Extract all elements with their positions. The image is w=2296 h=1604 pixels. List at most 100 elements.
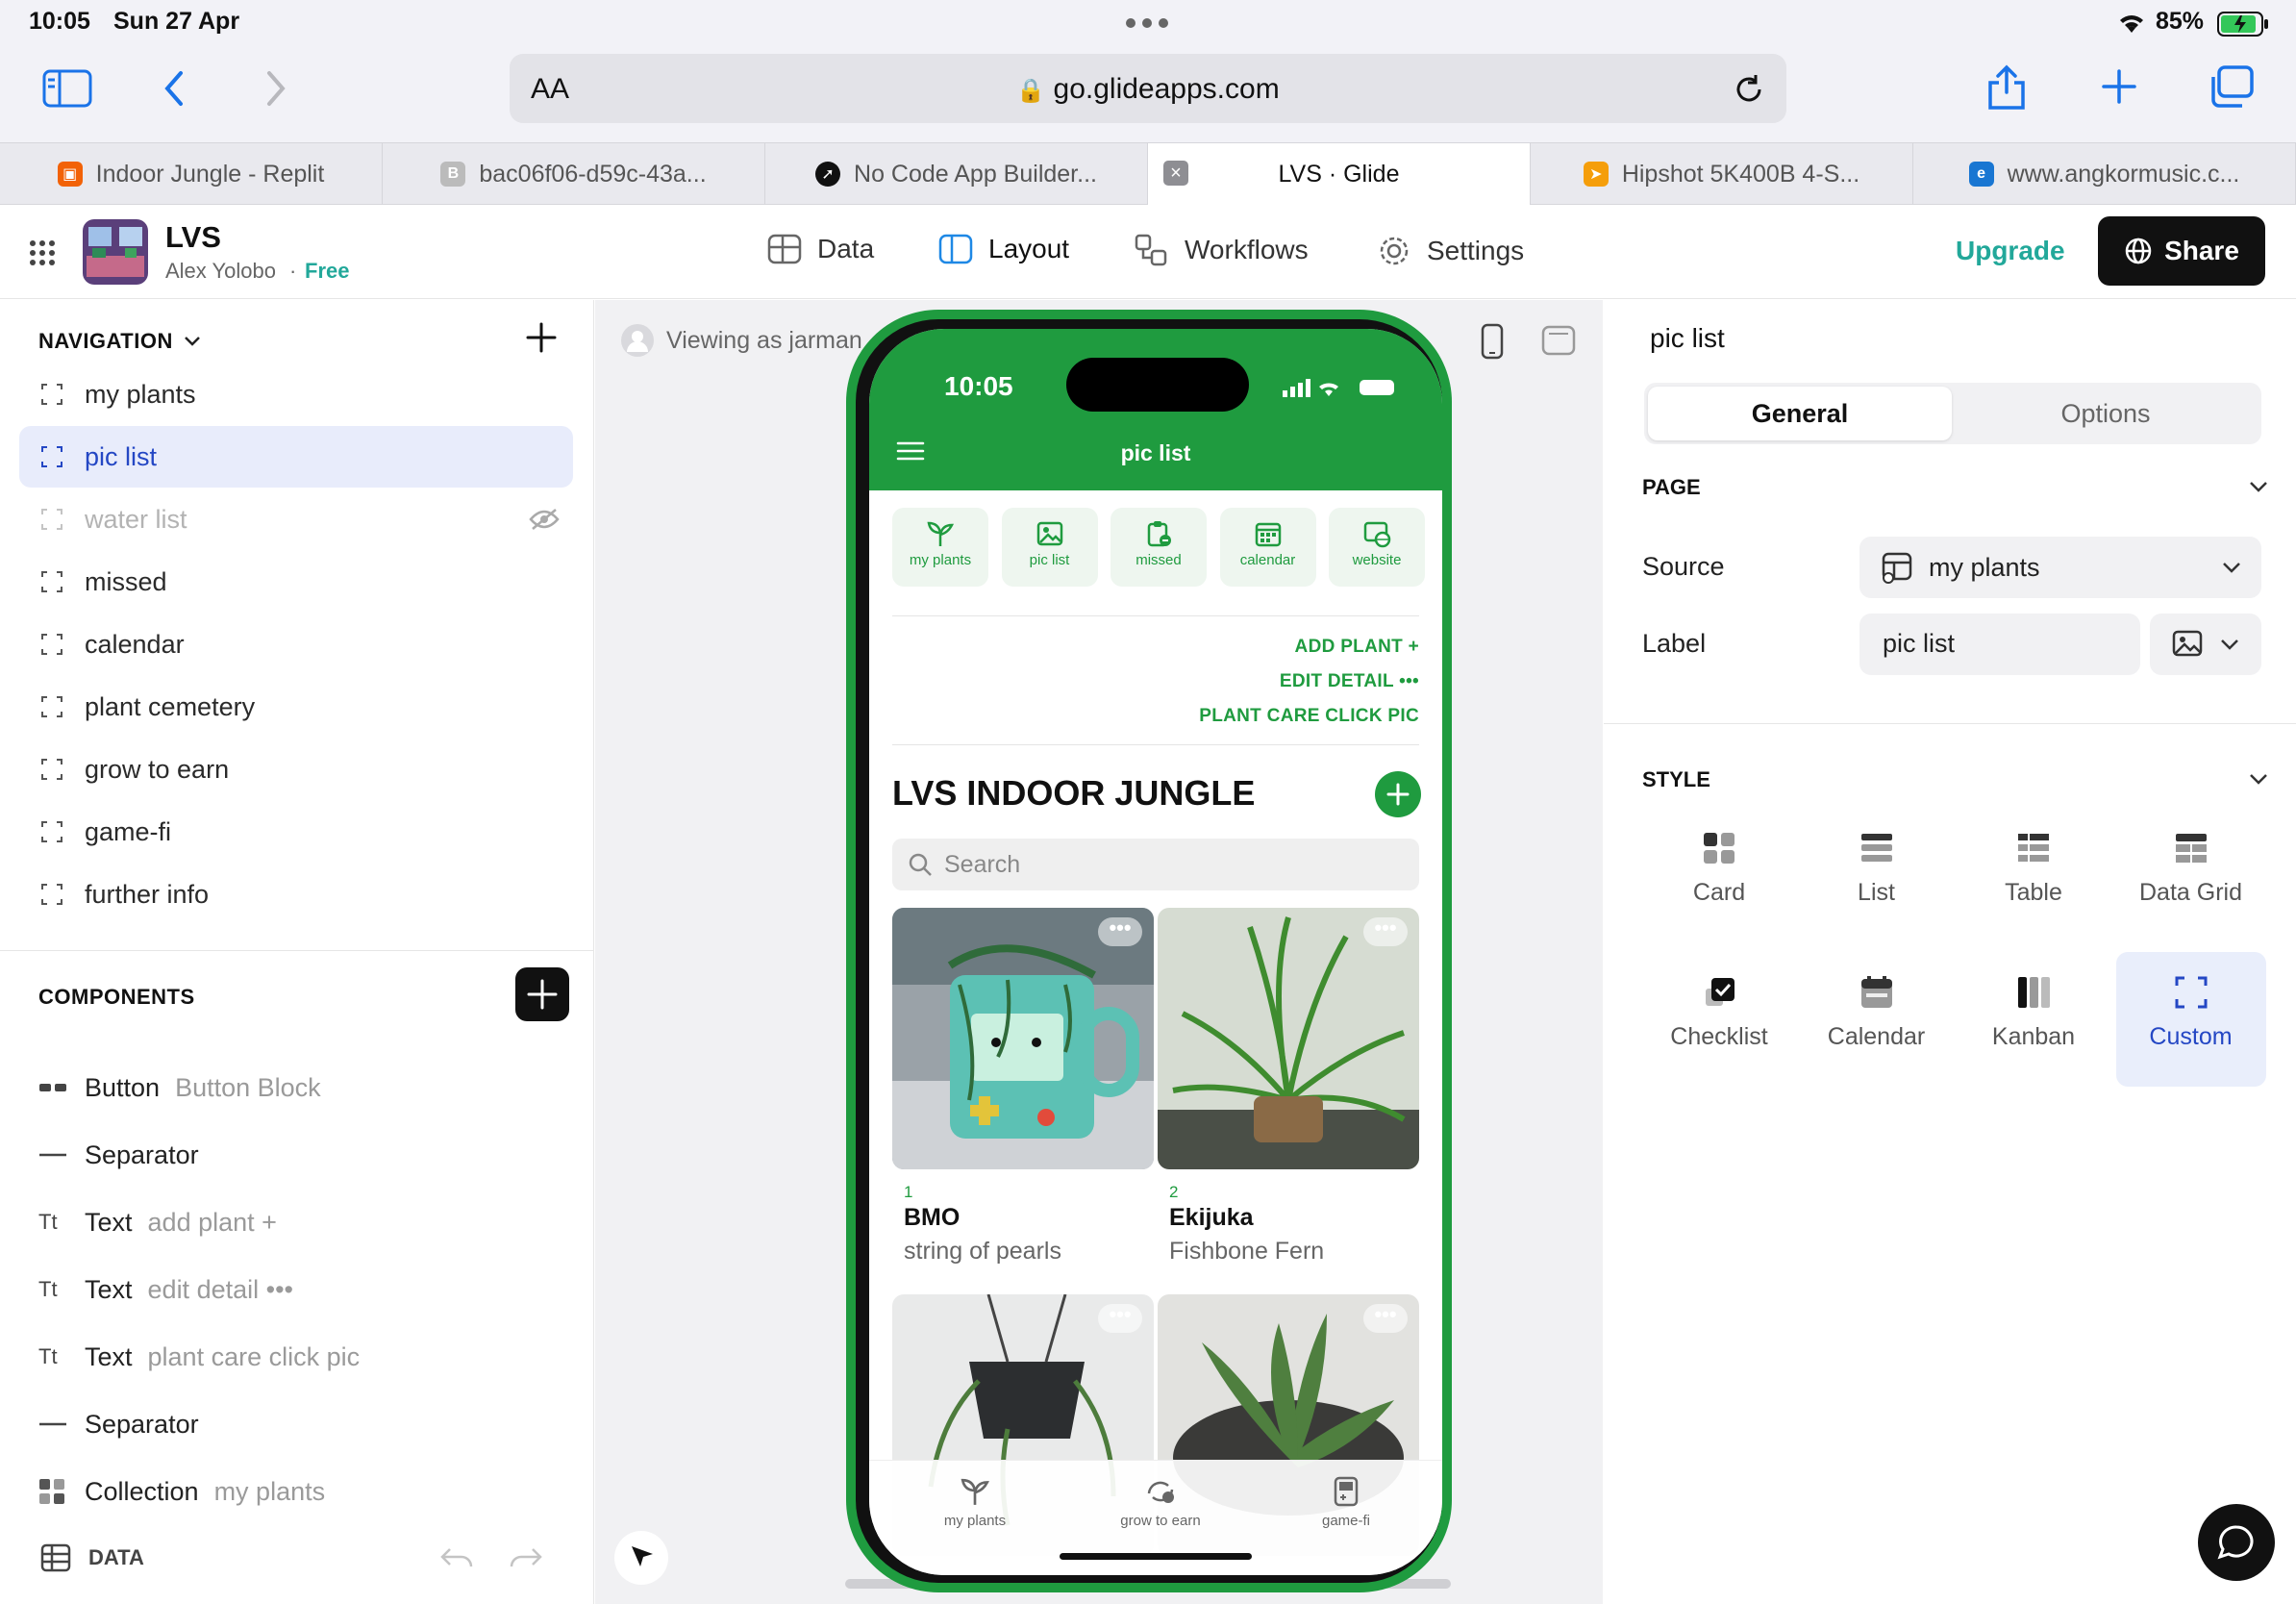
label-icon-picker[interactable] [2150, 614, 2261, 675]
new-tab-icon[interactable] [2100, 67, 2138, 106]
menu-data[interactable]: Data [767, 234, 874, 264]
style-option[interactable]: Checklist [1644, 952, 1794, 1087]
more-options-icon[interactable]: ••• [1098, 917, 1142, 946]
quick-link-tile[interactable]: my plants [892, 508, 988, 587]
plant-care-link[interactable]: PLANT CARE CLICK PIC [1199, 706, 1419, 727]
chevron-down-icon[interactable] [2248, 479, 2269, 494]
hipshot-icon: ➤ [1583, 162, 1609, 187]
browser-tab[interactable]: ▣ Indoor Jungle - Replit [0, 143, 383, 205]
quick-link-tile[interactable]: calendar [1219, 508, 1316, 587]
component-item[interactable]: Separator [38, 1131, 214, 1179]
style-option[interactable]: List [1802, 808, 1952, 942]
share-button[interactable]: Share [2098, 216, 2265, 286]
nav-item[interactable]: grow to earn [19, 739, 573, 800]
bottom-tab[interactable]: grow to earn [1074, 1476, 1247, 1529]
component-item[interactable]: Tt Text plant care click pic [38, 1333, 360, 1381]
menu-settings[interactable]: Settings [1377, 234, 1524, 268]
style-option[interactable]: Table [1959, 808, 2109, 942]
nav-item[interactable]: missed [19, 551, 573, 613]
more-options-icon[interactable]: ••• [1363, 917, 1408, 946]
undo-icon[interactable] [438, 1545, 477, 1570]
hidden-eye-icon[interactable] [529, 506, 560, 533]
nav-item[interactable]: water list [19, 489, 573, 550]
nav-item-label: my plants [85, 379, 196, 409]
chat-support-button[interactable] [2198, 1504, 2275, 1581]
browser-tab[interactable]: ➤ Hipshot 5K400B 4-S... [1531, 143, 1913, 205]
angkor-music-icon: e [1968, 162, 1994, 187]
quick-link-tile[interactable]: website [1329, 508, 1425, 587]
browser-tab[interactable]: B bac06f06-d59c-43a... [383, 143, 765, 205]
forward-icon[interactable] [263, 69, 288, 108]
upgrade-button[interactable]: Upgrade [1956, 236, 2065, 266]
tab-overview-icon[interactable] [2208, 65, 2254, 108]
add-item-button[interactable] [1375, 771, 1421, 817]
style-option[interactable]: Kanban [1959, 952, 2109, 1087]
browser-tab-active[interactable]: × LVS · Glide [1148, 143, 1531, 205]
tab-title: LVS · Glide [1278, 160, 1400, 188]
text-icon: Tt [38, 1210, 58, 1234]
source-select[interactable]: my plants [1859, 537, 2261, 598]
nav-item[interactable]: my plants [19, 363, 573, 425]
style-option[interactable]: Card [1644, 808, 1794, 942]
app-icon[interactable] [83, 219, 148, 285]
navigation-header[interactable]: NAVIGATION [38, 329, 202, 354]
component-item[interactable]: Tt Text add plant + [38, 1198, 277, 1246]
edit-detail-link[interactable]: EDIT DETAIL ••• [1280, 671, 1419, 692]
component-item[interactable]: Separator [38, 1400, 214, 1448]
more-options-icon[interactable]: ••• [1363, 1304, 1408, 1333]
cursor-icon [632, 1546, 653, 1566]
wifi-icon [2117, 12, 2146, 35]
multitask-dots-icon[interactable] [1125, 17, 1169, 29]
redo-icon[interactable] [506, 1545, 544, 1570]
style-option[interactable]: Data Grid [2116, 808, 2266, 942]
style-option[interactable]: Calendar [1802, 952, 1952, 1087]
button-icon [39, 1084, 66, 1091]
nav-item[interactable]: calendar [19, 614, 573, 675]
more-options-icon[interactable]: ••• [1098, 1304, 1142, 1333]
back-icon[interactable] [162, 69, 187, 108]
component-item[interactable]: Collection my plants [38, 1467, 325, 1516]
menu-layout[interactable]: Layout [938, 234, 1069, 264]
card-style-icon [1704, 833, 1734, 864]
tablet-preview-icon[interactable] [1541, 325, 1576, 356]
label-input[interactable]: pic list [1859, 614, 2140, 675]
nav-item[interactable]: game-fi [19, 801, 573, 863]
nav-item[interactable]: further info [19, 864, 573, 925]
layout-icon [938, 234, 973, 264]
browser-tab[interactable]: e www.angkormusic.c... [1913, 143, 2296, 205]
style-option-label: Kanban [1991, 1023, 2076, 1050]
quick-link-tile[interactable]: missed [1111, 508, 1207, 587]
share-sheet-icon[interactable] [1986, 63, 2027, 110]
plant-card[interactable]: ••• 1 BMO string of pearls [892, 908, 1154, 1266]
browser-tab[interactable]: ➚ No Code App Builder... [765, 143, 1148, 205]
menu-workflows[interactable]: Workflows [1135, 234, 1309, 266]
tab-options[interactable]: Options [1954, 387, 2258, 440]
tab-general[interactable]: General [1648, 387, 1952, 440]
add-plant-link[interactable]: ADD PLANT + [1295, 637, 1419, 658]
bottom-tab[interactable]: my plants [888, 1476, 1061, 1529]
reload-icon[interactable] [1733, 73, 1765, 106]
style-option[interactable]: Custom [2115, 952, 2266, 1087]
chevron-down-icon[interactable] [2248, 771, 2269, 787]
label-label: Label [1642, 629, 1707, 658]
nav-item-label: missed [85, 566, 167, 596]
component-item[interactable]: Tt Text edit detail ••• [38, 1266, 293, 1314]
component-item[interactable]: Button Button Block [38, 1064, 321, 1112]
address-bar[interactable]: AA 🔒 go.glideapps.com [510, 54, 1786, 123]
plant-card[interactable]: ••• 2 Ekijuka Fishbone Fern [1158, 908, 1419, 1266]
url-display[interactable]: 🔒 go.glideapps.com [510, 73, 1786, 106]
nav-item[interactable]: plant cemetery [19, 676, 573, 738]
add-tab-icon[interactable] [525, 321, 558, 354]
sidebar-toggle-icon[interactable] [42, 69, 92, 108]
quick-link-tile[interactable]: pic list [1001, 508, 1098, 587]
phone-preview-icon[interactable] [1480, 323, 1505, 360]
close-tab-icon[interactable]: × [1163, 161, 1188, 186]
viewing-as[interactable]: Viewing as jarman [620, 323, 862, 358]
app-grid-icon[interactable] [29, 239, 56, 266]
cursor-tool-button[interactable] [614, 1531, 668, 1585]
bottom-tab[interactable]: game-fi [1260, 1476, 1433, 1529]
add-component-button[interactable] [515, 967, 569, 1021]
nav-item[interactable]: pic list [19, 426, 573, 488]
search-input[interactable]: Search [892, 839, 1419, 890]
plan-badge[interactable]: Free [305, 259, 349, 284]
